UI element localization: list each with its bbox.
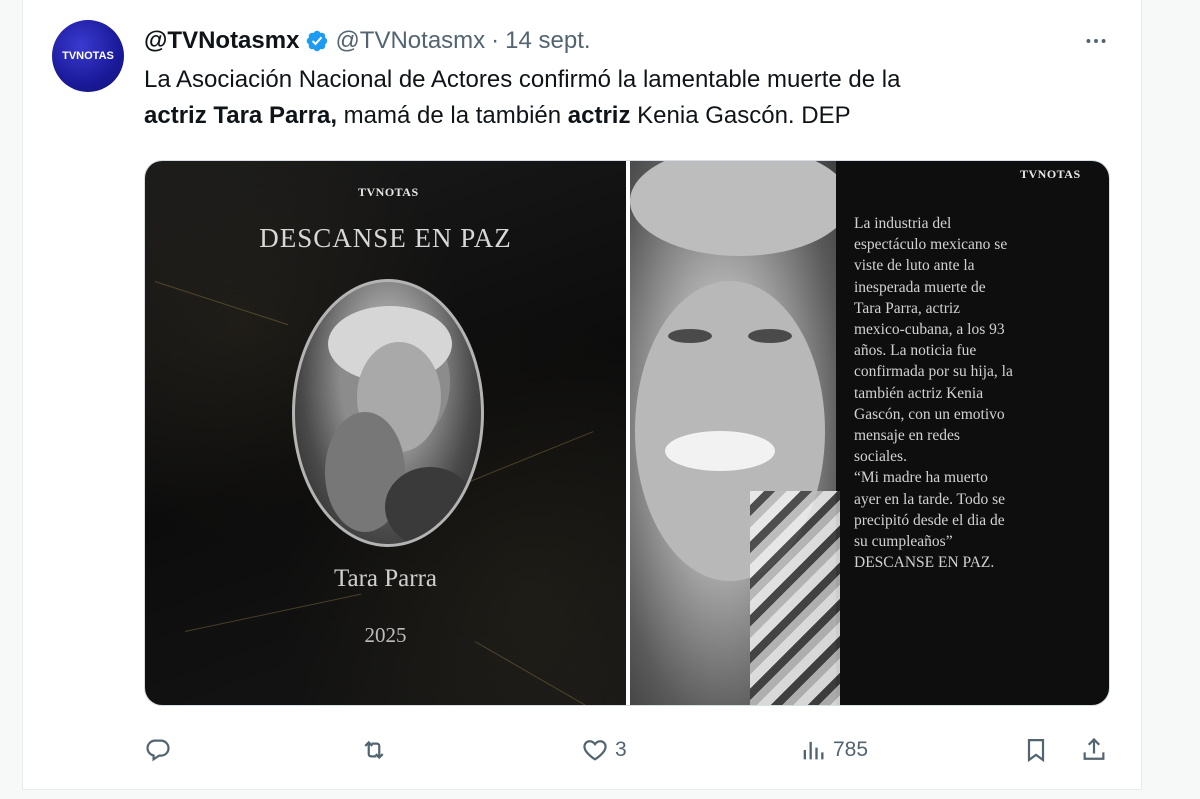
- brand-logo-left: TVNOTAS: [358, 185, 419, 199]
- media-image-right[interactable]: TVNOTAS La industria del espectáculo mex…: [630, 161, 1109, 705]
- handle[interactable]: @TVNotasmx: [335, 27, 485, 55]
- reply-icon: [146, 739, 170, 762]
- portrait-photo: [292, 279, 484, 547]
- more-options-button[interactable]: [1074, 24, 1118, 58]
- tweet-text-mid: mamá de la también: [337, 102, 568, 129]
- portrait-name: Tara Parra: [333, 565, 438, 592]
- brand-logo-right: TVNOTAS: [1020, 167, 1081, 181]
- reply-button[interactable]: [144, 728, 172, 772]
- avatar[interactable]: TVNOTAS: [52, 20, 124, 92]
- more-dots-icon: [1086, 39, 1106, 43]
- views-icon: [803, 741, 824, 760]
- share-button[interactable]: [1080, 728, 1108, 772]
- avatar-logo: TVNOTAS: [62, 50, 114, 62]
- separator-dot: ·: [491, 27, 500, 54]
- timestamp[interactable]: 14 sept.: [505, 27, 590, 55]
- media-image-left[interactable]: TVNOTAS DESCANSE EN PAZ Tara Parra 2025: [145, 161, 626, 705]
- tweet-header: @TVNotasmx @TVNotasmx · 14 sept.: [144, 24, 591, 58]
- tweet-actions: 3 785: [144, 728, 1110, 772]
- retweet-button[interactable]: [360, 728, 388, 772]
- tweet-text-line1: La Asociación Nacional de Actores confir…: [144, 66, 901, 93]
- retweet-icon: [364, 740, 384, 760]
- portrait-year: 2025: [364, 623, 407, 647]
- views-count: 785: [833, 738, 869, 761]
- like-button[interactable]: 3: [581, 728, 627, 772]
- tweet-text-bold2: actriz: [567, 102, 631, 129]
- rip-title: DESCANSE EN PAZ: [259, 223, 512, 253]
- views-button[interactable]: 785: [799, 728, 868, 772]
- tweet-text-bold1: actriz Tara Parra,: [144, 102, 337, 129]
- heart-icon: [583, 740, 607, 761]
- tweet-media[interactable]: TVNOTAS DESCANSE EN PAZ Tara Parra 2025: [144, 160, 1110, 706]
- verified-badge-icon: [305, 29, 329, 53]
- smiling-portrait-photo: [630, 161, 850, 705]
- display-name[interactable]: @TVNotasmx: [144, 27, 299, 55]
- like-count: 3: [615, 738, 627, 761]
- tweet-text-end: Kenia Gascón. DEP: [630, 102, 851, 129]
- bookmark-button[interactable]: [1022, 728, 1050, 772]
- tweet-text: La Asociación Nacional de Actores confir…: [144, 62, 1104, 134]
- share-icon: [1083, 737, 1105, 760]
- bookmark-icon: [1027, 738, 1045, 763]
- story-text: La industria del espectáculo mexicano se…: [854, 215, 1013, 572]
